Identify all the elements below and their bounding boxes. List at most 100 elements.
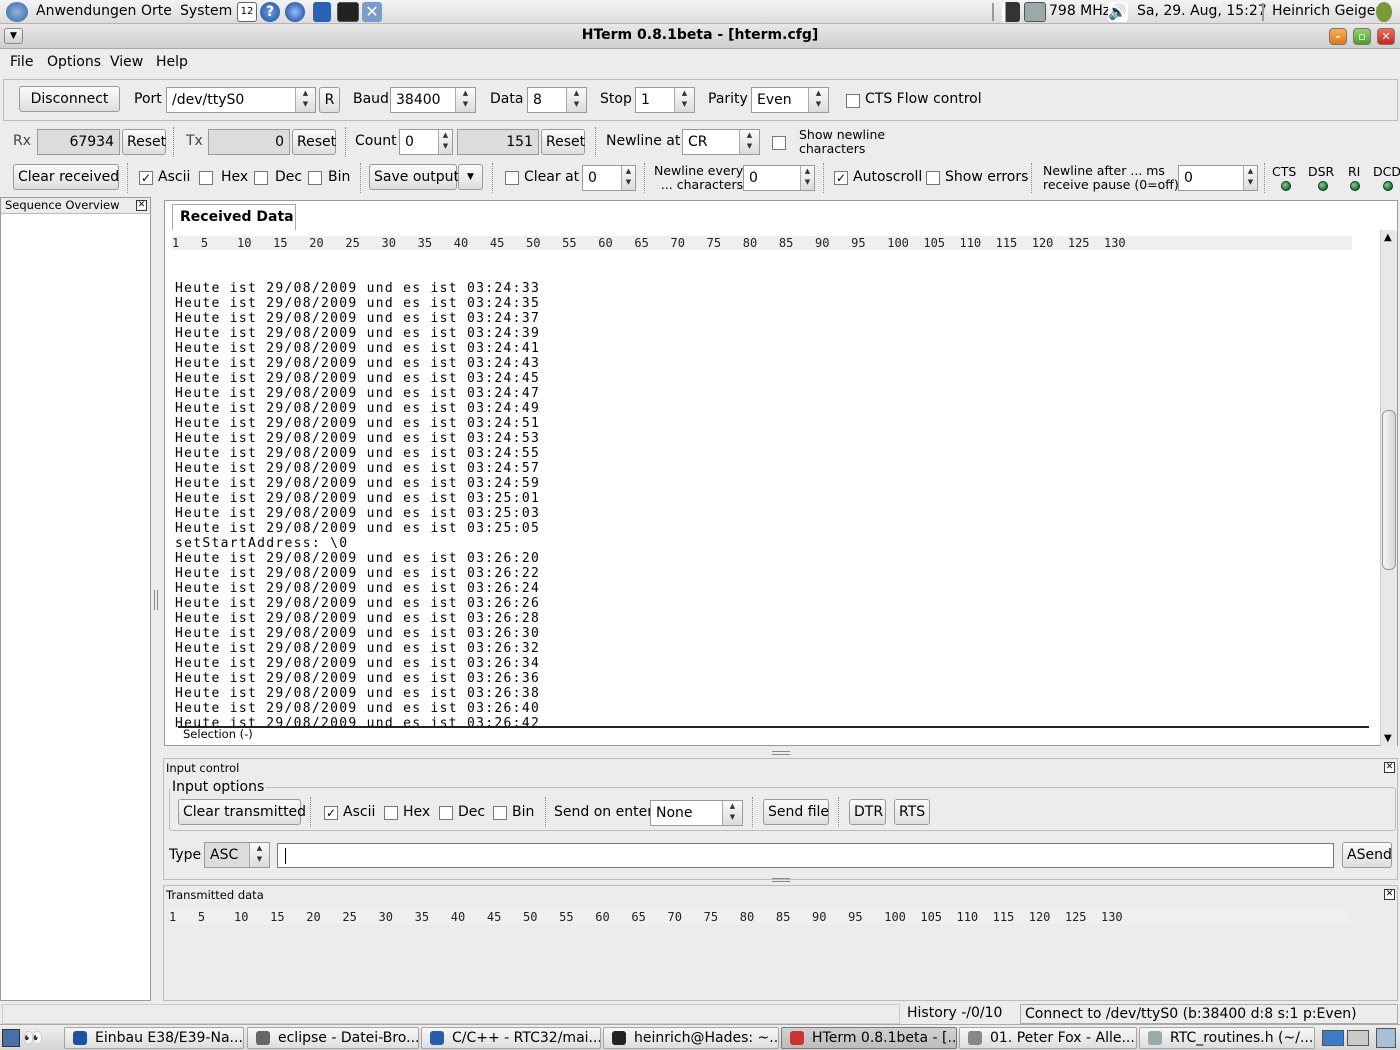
maximize-button[interactable]: ▫: [1353, 28, 1371, 45]
clear-at-checkbox[interactable]: [505, 171, 519, 185]
trash-icon[interactable]: [1376, 1028, 1396, 1048]
splitter-handle[interactable]: [154, 590, 158, 610]
input-hex-checkbox[interactable]: [384, 806, 398, 820]
newline-after-input[interactable]: 0 ▲ ▼: [1178, 165, 1258, 191]
newline-at-select[interactable]: CR ▲ ▼: [682, 129, 760, 155]
clock[interactable]: Sa, 29. Aug, 15:27: [1137, 3, 1267, 19]
show-desktop-icon[interactable]: [2, 1029, 20, 1047]
received-scrollbar[interactable]: ▲ ▼: [1380, 230, 1397, 746]
browser-globe-icon[interactable]: [285, 2, 305, 22]
parity-spinner-icon[interactable]: ▲ ▼: [808, 88, 828, 112]
taskbar-item[interactable]: C/C++ - RTC32/mai...: [421, 1027, 601, 1049]
tx-reset-button[interactable]: Reset: [292, 129, 336, 155]
tab-received-data[interactable]: Received Data: [172, 204, 296, 230]
refresh-ports-button[interactable]: R: [319, 87, 340, 113]
dtr-button[interactable]: DTR: [849, 799, 886, 825]
count-reset-button[interactable]: Reset: [541, 129, 585, 155]
clear-at-spinner-icon[interactable]: ▲ ▼: [621, 166, 635, 190]
stop-bits-spinner-icon[interactable]: ▲ ▼: [674, 88, 694, 112]
terminal-icon[interactable]: [337, 2, 359, 22]
taskbar-item[interactable]: Einbau E38/E39-Na...: [64, 1027, 244, 1049]
dec-checkbox[interactable]: [254, 171, 268, 185]
baud-spinner-icon[interactable]: ▲ ▼: [455, 88, 475, 112]
quit-icon[interactable]: [1376, 2, 1392, 22]
scrollbar-thumb[interactable]: [1382, 410, 1396, 570]
send-input[interactable]: [277, 843, 1334, 868]
show-newline-label: Show newline characters: [799, 127, 886, 156]
taskbar-item[interactable]: eclipse - Datei-Bro...: [247, 1027, 419, 1049]
parity-select[interactable]: Even ▲ ▼: [751, 87, 829, 113]
autoscroll-checkbox[interactable]: ✓: [834, 171, 848, 185]
show-errors-checkbox[interactable]: [926, 171, 940, 185]
input-dec-label: Dec: [458, 804, 486, 820]
input-control-close-icon[interactable]: ✕: [1384, 762, 1395, 773]
newline-every-spinner-icon[interactable]: ▲ ▼: [800, 166, 814, 190]
minimize-button[interactable]: –: [1329, 28, 1347, 45]
menu-view[interactable]: View: [110, 54, 143, 70]
menu-help[interactable]: Help: [156, 54, 188, 70]
places-menu[interactable]: Orte: [141, 3, 172, 19]
rx-reset-button[interactable]: Reset: [122, 129, 166, 155]
newline-at-spinner-icon[interactable]: ▲ ▼: [739, 130, 759, 154]
splitter-handle[interactable]: [772, 878, 790, 882]
close-window-icon[interactable]: ✕: [362, 2, 382, 22]
menu-options[interactable]: Options: [47, 54, 101, 70]
gnome-foot-icon[interactable]: [6, 2, 28, 22]
save-output-dropdown-icon[interactable]: ▼: [458, 164, 483, 190]
port-select[interactable]: /dev/ttyS0 ▲ ▼: [166, 87, 316, 113]
send-file-button[interactable]: Send file: [763, 799, 829, 825]
sidebar-close-icon[interactable]: ✕: [136, 200, 147, 211]
received-line: Heute ist 29/08/2009 und es ist 03:26:34: [175, 656, 541, 671]
input-bin-checkbox[interactable]: [493, 806, 507, 820]
newline-after-spinner-icon[interactable]: ▲ ▼: [1243, 166, 1257, 190]
clear-transmitted-button[interactable]: Clear transmitted: [178, 799, 306, 825]
cts-flow-checkbox[interactable]: [846, 94, 860, 108]
show-newline-checkbox[interactable]: [772, 136, 786, 150]
ascii-checkbox[interactable]: ✓: [139, 171, 153, 185]
asend-button[interactable]: ASend: [1342, 842, 1392, 868]
input-ascii-checkbox[interactable]: ✓: [324, 806, 338, 820]
data-bits-spinner-icon[interactable]: ▲ ▼: [566, 88, 586, 112]
type-spinner-icon[interactable]: ▲ ▼: [249, 843, 269, 867]
applications-menu[interactable]: Anwendungen: [36, 3, 136, 19]
bin-checkbox[interactable]: [308, 171, 322, 185]
port-spinner-icon[interactable]: ▲ ▼: [295, 88, 315, 112]
clear-at-input[interactable]: 0 ▲ ▼: [582, 165, 636, 191]
system-menu[interactable]: System: [180, 3, 232, 19]
help-icon[interactable]: ?: [260, 2, 280, 22]
scroll-down-icon[interactable]: ▼: [1384, 733, 1392, 744]
toolbar-separator: [545, 797, 546, 827]
received-text[interactable]: Heute ist 29/08/2009 und es ist 03:24:33…: [175, 251, 540, 761]
type-select[interactable]: ASC ▲ ▼: [204, 842, 270, 868]
taskbar-item[interactable]: HTerm 0.8.1beta - [...: [781, 1027, 957, 1049]
send-on-enter-select[interactable]: None ▲ ▼: [650, 800, 743, 826]
data-bits-select[interactable]: 8 ▲ ▼: [527, 87, 587, 113]
close-button[interactable]: ✕: [1377, 28, 1395, 45]
calendar-icon[interactable]: 12: [237, 2, 257, 22]
volume-icon[interactable]: 🔊: [1108, 2, 1128, 22]
transmitted-close-icon[interactable]: ✕: [1384, 889, 1395, 900]
count-spinner-icon[interactable]: ▲ ▼: [438, 130, 452, 154]
send-on-enter-spinner-icon[interactable]: ▲ ▼: [722, 801, 742, 825]
baud-select[interactable]: 38400 ▲ ▼: [390, 87, 476, 113]
workspace-1-icon[interactable]: [1322, 1030, 1344, 1046]
user-menu[interactable]: Heinrich Geiger: [1272, 3, 1381, 19]
disconnect-button[interactable]: Disconnect: [19, 86, 120, 112]
taskbar-item[interactable]: heinrich@Hades: ~...: [603, 1027, 779, 1049]
count-input[interactable]: 0 ▲ ▼: [399, 129, 453, 155]
taskbar-item[interactable]: RTC_routines.h (~/...: [1139, 1027, 1315, 1049]
clear-received-button[interactable]: Clear received: [13, 164, 119, 190]
workspace-2-icon[interactable]: [1347, 1030, 1369, 1046]
scroll-up-icon[interactable]: ▲: [1384, 232, 1392, 243]
menu-file[interactable]: File: [10, 54, 33, 70]
taskbar-item[interactable]: 01. Peter Fox - Alle...: [959, 1027, 1137, 1049]
splitter-handle[interactable]: [772, 751, 790, 755]
input-dec-checkbox[interactable]: [439, 806, 453, 820]
window-titlebar[interactable]: ▼ HTerm 0.8.1beta - [hterm.cfg] – ▫ ✕: [0, 24, 1400, 49]
save-output-button[interactable]: Save output: [369, 164, 459, 190]
rts-button[interactable]: RTS: [894, 799, 930, 825]
stop-bits-select[interactable]: 1 ▲ ▼: [635, 87, 695, 113]
hex-checkbox[interactable]: [199, 171, 213, 185]
newline-every-input[interactable]: 0 ▲ ▼: [743, 165, 815, 191]
network-tool-icon[interactable]: [313, 2, 331, 22]
